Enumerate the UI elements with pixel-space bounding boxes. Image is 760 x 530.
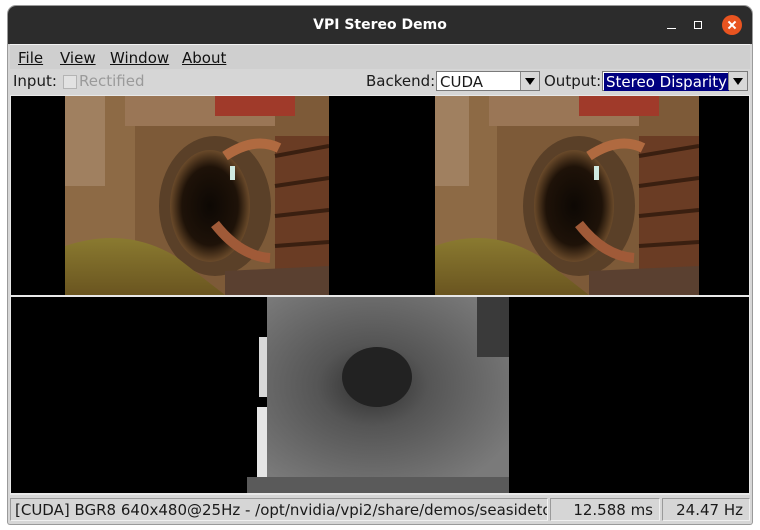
backend-label: Backend: (366, 72, 436, 90)
status-rate: 24.47 Hz (676, 501, 743, 519)
menu-view[interactable]: View (60, 49, 96, 67)
title-bar[interactable]: VPI Stereo Demo (8, 6, 752, 44)
maximize-icon[interactable] (688, 15, 708, 35)
menu-window[interactable]: Window (110, 49, 169, 67)
menu-about-label: About (182, 49, 227, 67)
right-camera-image (435, 96, 699, 295)
status-latency: 12.588 ms (573, 501, 653, 519)
video-view (10, 95, 750, 495)
output-select[interactable]: Stereo Disparity (602, 71, 748, 91)
rectified-label: Rectified (79, 72, 145, 90)
status-latency-cell: 12.588 ms (550, 498, 660, 521)
window-title: VPI Stereo Demo (313, 17, 447, 33)
output-label: Output: (544, 72, 602, 90)
menu-bar: File View Window About (10, 44, 750, 70)
close-icon[interactable] (722, 15, 742, 35)
status-source-cell: [CUDA] BGR8 640x480@25Hz - /opt/nvidia/v… (10, 498, 548, 521)
stereo-input-pane (11, 96, 749, 295)
menu-file-label: File (18, 49, 44, 67)
rectified-checkbox[interactable] (63, 75, 77, 89)
menu-file[interactable]: File (18, 49, 43, 67)
disparity-map-image (247, 297, 509, 493)
tool-bar: Input: Rectified Backend: CUDA Output: S… (10, 69, 750, 95)
disparity-output-pane (11, 297, 749, 493)
output-value-wrap: Stereo Disparity (604, 73, 729, 91)
input-label: Input: (13, 72, 57, 90)
status-bar: [CUDA] BGR8 640x480@25Hz - /opt/nvidia/v… (10, 497, 750, 522)
chevron-down-icon[interactable] (520, 72, 539, 90)
menu-window-label: Window (110, 49, 170, 67)
status-source: [CUDA] BGR8 640x480@25Hz - /opt/nvidia/v… (15, 501, 548, 519)
chevron-down-icon[interactable] (728, 72, 747, 90)
menu-view-label: View (60, 49, 96, 67)
backend-select[interactable]: CUDA (436, 71, 540, 91)
left-camera-image (65, 96, 329, 295)
app-window: VPI Stereo Demo File View Window About I… (8, 6, 752, 524)
status-rate-cell: 24.47 Hz (662, 498, 750, 521)
minimize-icon[interactable] (662, 15, 682, 35)
backend-value: CUDA (440, 73, 484, 91)
output-value: Stereo Disparity (604, 73, 729, 91)
menu-about[interactable]: About (182, 49, 226, 67)
